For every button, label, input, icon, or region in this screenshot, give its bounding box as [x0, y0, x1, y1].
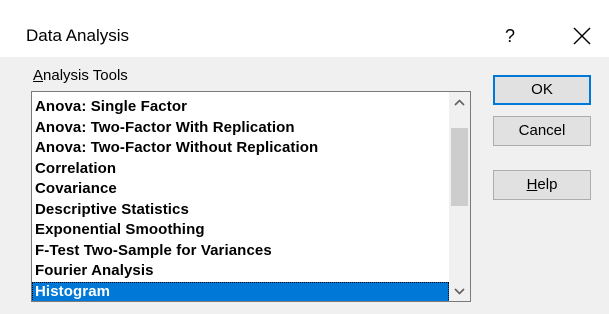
analysis-tools-label-text: nalysis Tools	[43, 67, 128, 84]
ok-button[interactable]: OK	[493, 75, 591, 105]
list-item[interactable]: F-Test Two-Sample for Variances	[32, 241, 449, 262]
list-item[interactable]: Anova: Two-Factor Without Replication	[32, 138, 449, 159]
chevron-up-icon	[454, 98, 465, 106]
list-item[interactable]: Covariance	[32, 179, 449, 200]
scroll-down-arrow-icon[interactable]	[449, 281, 470, 301]
cancel-button[interactable]: Cancel	[493, 116, 591, 146]
list-item-selected[interactable]: Histogram	[32, 281, 449, 301]
accelerator-key: A	[33, 67, 44, 84]
list-item[interactable]: Anova: Single Factor	[32, 97, 449, 118]
analysis-tools-listbox[interactable]: Anova: Single Factor Anova: Two-Factor W…	[31, 91, 471, 302]
scroll-up-arrow-icon[interactable]	[449, 92, 470, 112]
vertical-scrollbar[interactable]	[449, 92, 470, 301]
help-accelerator-key: H	[526, 176, 538, 193]
dialog-title: Data Analysis	[26, 26, 129, 45]
help-button[interactable]: Help	[493, 170, 591, 200]
list-item[interactable]: Exponential Smoothing	[32, 220, 449, 241]
scrollbar-thumb[interactable]	[451, 128, 468, 206]
data-analysis-dialog: Data Analysis ? Analysis Tools Anova: Si…	[0, 0, 609, 314]
analysis-tools-list: Anova: Single Factor Anova: Two-Factor W…	[32, 97, 449, 301]
list-item[interactable]: Correlation	[32, 159, 449, 180]
chevron-down-icon	[454, 287, 465, 295]
list-item[interactable]: Fourier Analysis	[32, 261, 449, 282]
help-button-label: elp	[537, 176, 558, 193]
title-bar: Data Analysis ?	[0, 0, 609, 57]
close-x-icon	[573, 27, 591, 45]
help-question-icon[interactable]: ?	[499, 24, 521, 48]
list-item[interactable]: Descriptive Statistics	[32, 200, 449, 221]
list-item[interactable]: Anova: Two-Factor With Replication	[32, 118, 449, 139]
close-icon[interactable]	[570, 24, 594, 48]
analysis-tools-label: Analysis Tools	[33, 66, 128, 86]
